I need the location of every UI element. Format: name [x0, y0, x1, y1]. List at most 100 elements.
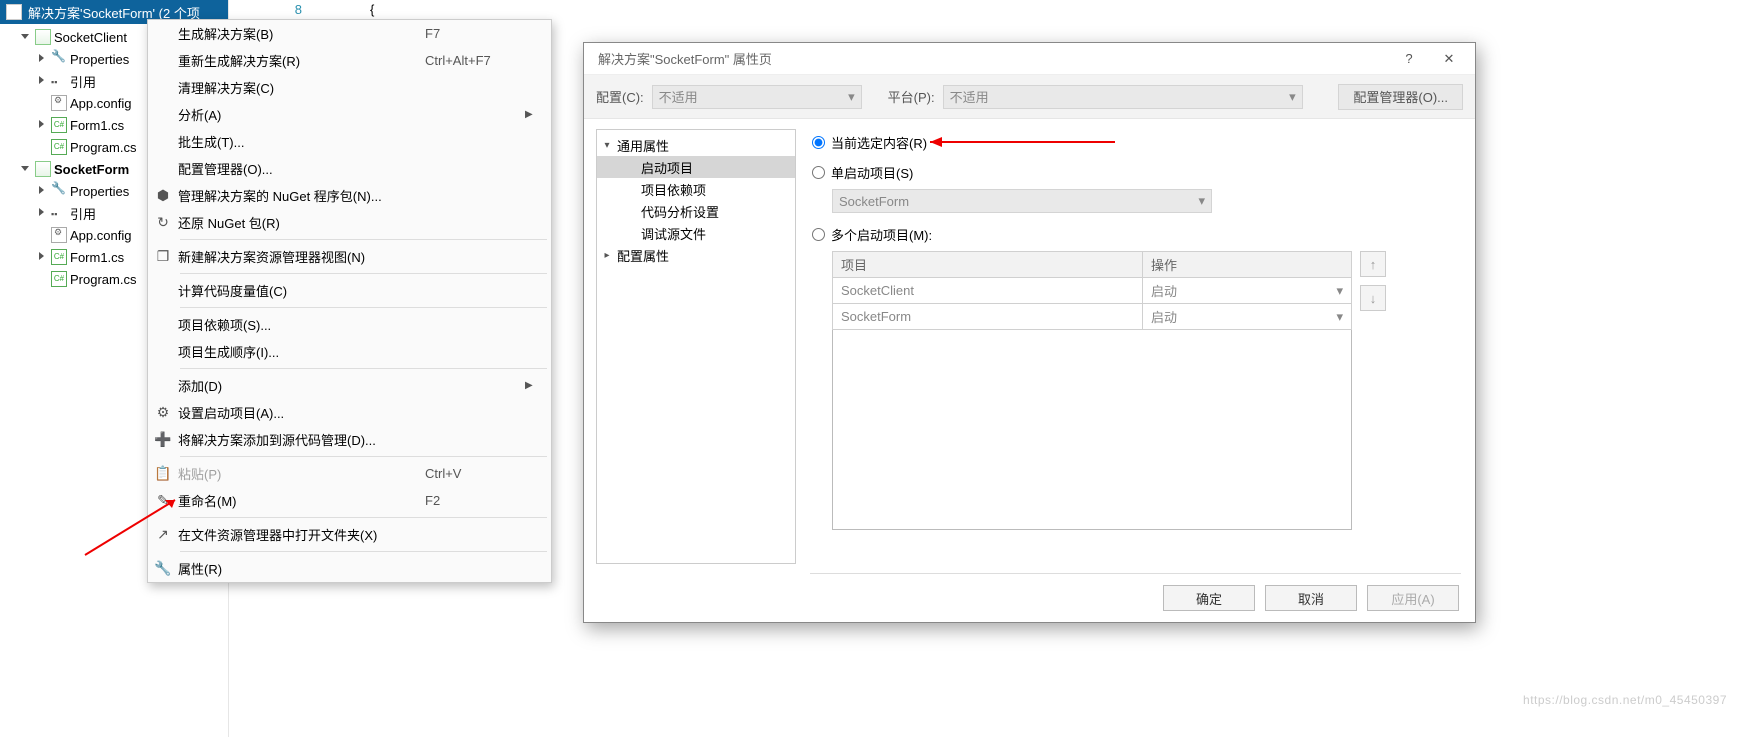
- expander-icon[interactable]: [20, 163, 32, 175]
- menu-item-shortcut: Ctrl+Alt+F7: [425, 53, 525, 68]
- paste-icon: 📋: [148, 465, 178, 482]
- help-button[interactable]: ?: [1389, 45, 1429, 73]
- menu-item[interactable]: ⚙设置启动项目(A)...: [148, 399, 551, 426]
- dialog-topbar: 配置(C): 不适用▾ 平台(P): 不适用▾ 配置管理器(O)...: [584, 75, 1475, 119]
- expander-icon[interactable]: [36, 119, 48, 131]
- grid-row[interactable]: SocketForm启动▾: [833, 304, 1352, 330]
- wrench-icon: [51, 51, 67, 67]
- menu-item-label: 新建解决方案资源管理器视图(N): [178, 247, 425, 266]
- wrench-icon: 🔧: [148, 560, 178, 577]
- tree-item-label: App.config: [70, 228, 131, 243]
- dialog-tree-item[interactable]: ▸ 配置属性: [597, 244, 795, 266]
- nuget-icon: ⬢: [148, 187, 178, 204]
- expander-icon: ▸: [601, 250, 613, 261]
- expander-icon[interactable]: [36, 53, 48, 65]
- gear-icon: ⚙: [148, 404, 178, 421]
- menu-item[interactable]: 批生成(T)...: [148, 128, 551, 155]
- radio-current-selection[interactable]: 当前选定内容(R): [810, 129, 1461, 155]
- menu-item[interactable]: ⬢管理解决方案的 NuGet 程序包(N)...: [148, 182, 551, 209]
- menu-item[interactable]: 分析(A)▶: [148, 101, 551, 128]
- cancel-button[interactable]: 取消: [1265, 585, 1357, 611]
- grid-cell-action[interactable]: 启动▾: [1143, 304, 1352, 330]
- expander-icon[interactable]: [36, 251, 48, 263]
- menu-item-label: 批生成(T)...: [178, 132, 425, 151]
- close-button[interactable]: ✕: [1429, 45, 1469, 73]
- radio-multi-input[interactable]: [812, 228, 825, 241]
- expander-icon[interactable]: [36, 207, 48, 219]
- config-label: 配置(C):: [596, 87, 644, 106]
- config-manager-button[interactable]: 配置管理器(O)...: [1338, 84, 1463, 110]
- grid-row[interactable]: SocketClient启动▾: [833, 278, 1352, 304]
- tree-item-label: SocketClient: [54, 30, 127, 45]
- tree-item-label: Properties: [70, 52, 129, 67]
- menu-item[interactable]: 🔧属性(R): [148, 555, 551, 582]
- ok-button[interactable]: 确定: [1163, 585, 1255, 611]
- menu-item[interactable]: ↗在文件资源管理器中打开文件夹(X): [148, 521, 551, 548]
- menu-item[interactable]: 配置管理器(O)...: [148, 155, 551, 182]
- dialog-tree-label: 通用属性: [617, 136, 669, 155]
- menu-item-label: 粘贴(P): [178, 464, 425, 483]
- menu-item[interactable]: ✎重命名(M)F2: [148, 487, 551, 514]
- radio-current-input[interactable]: [812, 136, 825, 149]
- platform-label: 平台(P):: [888, 87, 935, 106]
- menu-item[interactable]: 清理解决方案(C): [148, 74, 551, 101]
- menu-item[interactable]: 项目依赖项(S)...: [148, 311, 551, 338]
- menu-item-label: 项目依赖项(S)...: [178, 315, 425, 334]
- tree-item-label: Form1.cs: [70, 250, 124, 265]
- multi-project-grid[interactable]: 项目 操作 SocketClient启动▾SocketForm启动▾: [832, 251, 1352, 330]
- tree-item-label: 引用: [70, 72, 96, 91]
- move-up-button[interactable]: ↑: [1360, 251, 1386, 277]
- dialog-tree-label: 配置属性: [617, 246, 669, 265]
- menu-item[interactable]: ↻还原 NuGet 包(R): [148, 209, 551, 236]
- dialog-tree-item[interactable]: 代码分析设置: [597, 200, 795, 222]
- menu-item-label: 分析(A): [178, 105, 425, 124]
- move-down-button[interactable]: ↓: [1360, 285, 1386, 311]
- menu-item-shortcut: F2: [425, 493, 525, 508]
- radio-single-project[interactable]: 单启动项目(S): [810, 159, 1461, 185]
- cs-icon: [51, 249, 67, 265]
- menu-item[interactable]: 项目生成顺序(I)...: [148, 338, 551, 365]
- platform-combo[interactable]: 不适用▾: [943, 85, 1303, 109]
- menu-item[interactable]: ➕将解决方案添加到源代码管理(D)...: [148, 426, 551, 453]
- grid-cell-project: SocketForm: [833, 304, 1143, 330]
- grid-cell-action[interactable]: 启动▾: [1143, 278, 1352, 304]
- dialog-tree-label: 调试源文件: [641, 224, 706, 243]
- menu-item[interactable]: 重新生成解决方案(R)Ctrl+Alt+F7: [148, 47, 551, 74]
- radio-multi-project[interactable]: 多个启动项目(M):: [810, 221, 1461, 247]
- menu-item[interactable]: 添加(D)▶: [148, 372, 551, 399]
- watermark: https://blog.csdn.net/m0_45450397: [1523, 693, 1727, 707]
- cs-icon: [51, 139, 67, 155]
- grid-empty-area: [832, 330, 1352, 530]
- menu-item[interactable]: 生成解决方案(B)F7: [148, 20, 551, 47]
- menu-item-label: 重新生成解决方案(R): [178, 51, 425, 70]
- config-combo[interactable]: 不适用▾: [652, 85, 862, 109]
- rename-icon: ✎: [148, 492, 178, 509]
- dialog-tree-item[interactable]: ▾通用属性: [597, 134, 795, 156]
- single-project-combo[interactable]: SocketForm ▾: [832, 189, 1212, 213]
- apply-button[interactable]: 应用(A): [1367, 585, 1459, 611]
- dialog-tree-item[interactable]: 启动项目: [597, 156, 795, 178]
- addsrc-icon: ➕: [148, 431, 178, 448]
- menu-item-shortcut: F7: [425, 26, 525, 41]
- tree-item-label: Program.cs: [70, 140, 136, 155]
- expander-icon[interactable]: [36, 185, 48, 197]
- dialog-left-tree[interactable]: ▾通用属性启动项目项目依赖项代码分析设置调试源文件 ▸ 配置属性: [596, 129, 796, 564]
- solution-context-menu[interactable]: 生成解决方案(B)F7重新生成解决方案(R)Ctrl+Alt+F7清理解决方案(…: [147, 19, 552, 583]
- menu-item-label: 清理解决方案(C): [178, 78, 425, 97]
- expander-icon: [36, 141, 48, 153]
- radio-single-input[interactable]: [812, 166, 825, 179]
- dialog-tree-label: 代码分析设置: [641, 202, 719, 221]
- expander-icon[interactable]: [20, 31, 32, 43]
- dialog-footer: 确定 取消 应用(A): [584, 574, 1475, 622]
- tree-item-label: Properties: [70, 184, 129, 199]
- menu-item[interactable]: ❐新建解决方案资源管理器视图(N): [148, 243, 551, 270]
- dialog-tree-item[interactable]: 项目依赖项: [597, 178, 795, 200]
- dialog-title: 解决方案"SocketForm" 属性页: [598, 49, 1389, 68]
- menu-item-label: 重命名(M): [178, 491, 425, 510]
- menu-item[interactable]: 计算代码度量值(C): [148, 277, 551, 304]
- grid-cell-project: SocketClient: [833, 278, 1143, 304]
- menu-item: 📋粘贴(P)Ctrl+V: [148, 460, 551, 487]
- expander-icon[interactable]: [36, 75, 48, 87]
- dialog-tree-item[interactable]: 调试源文件: [597, 222, 795, 244]
- submenu-arrow-icon: ▶: [525, 380, 541, 391]
